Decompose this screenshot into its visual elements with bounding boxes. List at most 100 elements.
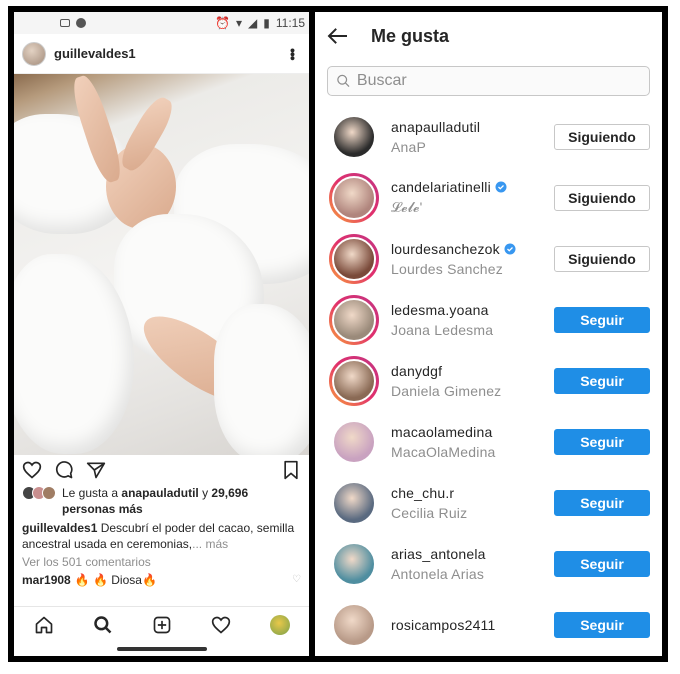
post-author-avatar[interactable] [22,41,46,66]
likes-middle: y [202,486,209,500]
liker-row[interactable]: arias_antonela Antonela Arias Seguir [315,533,662,594]
search-input[interactable] [356,72,641,90]
likes-screenshot-panel: Me gusta anapaulladutil AnaP Siguiendo c… [312,6,668,662]
liker-row[interactable]: macaolamedina MacaOlaMedina Seguir [315,411,662,472]
page-title: Me gusta [371,25,450,46]
comment-text: 🔥 🔥 Diosa🔥 [74,573,157,587]
profile-avatar-icon[interactable] [269,615,290,635]
share-icon[interactable] [86,460,106,480]
liker-avatar[interactable] [332,297,376,342]
liker-fullname: 𝓛𝓮𝓵𝓮' [391,199,423,215]
status-bar: ⏰ ▾ ◢ ▮ 11:15 [14,12,309,34]
gesture-bar[interactable] [116,647,207,651]
liker-fullname: MacaOlaMedina [391,443,496,460]
caption-more-link[interactable]: ... más [192,537,228,551]
screen-icon [60,19,70,27]
post-header: guillevaldes1 ••• [14,34,309,74]
liker-row[interactable]: anapaulladutil AnaP Siguiendo [315,106,662,167]
liker-fullname: AnaP [391,138,427,155]
likes-user[interactable]: anapauladutil [121,486,198,500]
liker-row[interactable]: ledesma.yoana Joana Ledesma Seguir [315,289,662,350]
follow-button[interactable]: Seguir [554,611,650,638]
likes-suffix[interactable]: personas más [62,502,143,516]
like-heart-icon[interactable] [22,460,42,480]
view-comments-link[interactable]: Ver los 501 comentarios [14,552,309,570]
post-screenshot-panel: ⏰ ▾ ◢ ▮ 11:15 guillevaldes1 ••• Le gusta… [8,6,312,662]
follow-button[interactable]: Seguir [554,550,650,577]
comment-like-icon[interactable]: ♡ [292,572,301,588]
top-comment: mar1908 🔥 🔥 Diosa🔥 ♡ [14,570,309,588]
battery-icon: ▮ [263,16,270,30]
verified-badge-icon [504,243,516,254]
liker-avatar[interactable] [332,480,376,525]
caption-username[interactable]: guillevaldes1 [22,521,97,535]
home-icon[interactable] [34,615,54,635]
liker-avatar[interactable] [332,541,376,586]
liker-username[interactable]: ledesma.yoana [391,302,489,318]
liker-avatar-ring[interactable] [329,294,379,345]
liker-avatar-ring[interactable] [329,233,379,284]
liker-avatar[interactable] [332,419,376,464]
liker-username[interactable]: danydgf [391,363,442,379]
liker-avatar-ring[interactable] [329,599,379,650]
liker-username[interactable]: candelariatinelli [391,179,491,195]
liker-fullname: Lourdes Sanchez [391,260,503,277]
search-box[interactable] [327,66,650,96]
likes-count[interactable]: 29,696 [211,486,248,500]
liker-avatar[interactable] [332,358,376,403]
liker-username[interactable]: che_chu.r [391,485,454,501]
liker-avatar-ring[interactable] [329,477,379,528]
new-post-icon[interactable] [152,615,172,635]
liker-row[interactable]: danydgf Daniela Gimenez Seguir [315,350,662,411]
verified-badge-icon [495,181,507,193]
liker-username[interactable]: rosicampos2411 [391,617,496,633]
following-button[interactable]: Siguiendo [554,184,650,211]
liker-avatars [22,486,56,517]
likes-prefix: Le gusta a [62,486,119,500]
liker-username[interactable]: anapaulladutil [391,119,480,135]
comment-username[interactable]: mar1908 [22,572,71,588]
back-arrow-icon[interactable] [327,27,349,45]
liker-row[interactable]: candelariatinelli 𝓛𝓮𝓵𝓮' Siguiendo [315,167,662,228]
liker-username[interactable]: macaolamedina [391,424,492,440]
follow-button[interactable]: Seguir [554,367,650,394]
search-icon[interactable] [93,615,113,635]
likers-list: anapaulladutil AnaP Siguiendo candelaria… [315,106,662,655]
following-button[interactable]: Siguiendo [554,123,650,150]
post-screen: ⏰ ▾ ◢ ▮ 11:15 guillevaldes1 ••• Le gusta… [14,12,309,656]
liker-row[interactable]: rosicampos2411 Seguir [315,594,662,655]
follow-button[interactable]: Seguir [554,428,650,455]
wifi-icon: ▾ [235,16,243,30]
bookmark-icon[interactable] [281,460,301,480]
post-author-username[interactable]: guillevaldes1 [54,46,136,61]
liker-username[interactable]: lourdesanchezok [391,241,500,257]
activity-heart-icon[interactable] [211,615,231,635]
follow-button[interactable]: Seguir [554,306,650,333]
liker-avatar-ring[interactable] [329,111,379,162]
liker-avatar-ring[interactable] [329,416,379,467]
liker-avatar[interactable] [332,236,376,281]
likes-summary[interactable]: Le gusta a anapauladutil y 29,696 person… [14,485,309,517]
follow-button[interactable]: Seguir [554,489,650,516]
liker-avatar-ring[interactable] [329,355,379,406]
status-time: 11:15 [275,16,305,30]
following-button[interactable]: Siguiendo [554,245,650,272]
likes-screen: Me gusta anapaulladutil AnaP Siguiendo c… [315,12,662,656]
liker-avatar[interactable] [332,602,376,647]
liker-fullname: Antonela Arias [391,565,485,582]
liker-username[interactable]: arias_antonela [391,546,486,562]
post-photo[interactable] [14,74,309,455]
liker-fullname: Cecilia Ruiz [391,504,468,521]
comment-icon[interactable] [54,460,74,480]
liker-avatar-ring[interactable] [329,172,379,223]
likes-header: Me gusta [315,12,662,60]
liker-avatar[interactable] [332,114,376,159]
liker-row[interactable]: che_chu.r Cecilia Ruiz Seguir [315,472,662,533]
liker-avatar-ring[interactable] [329,538,379,589]
post-actions [14,455,309,485]
liker-avatar[interactable] [332,175,376,220]
liker-row[interactable]: lourdesanchezok Lourdes Sanchez Siguiend… [315,228,662,289]
post-caption: guillevaldes1 Descubrí el poder del caca… [14,517,309,552]
liker-fullname: Joana Ledesma [391,321,494,338]
more-options-icon[interactable]: ••• [285,48,301,60]
